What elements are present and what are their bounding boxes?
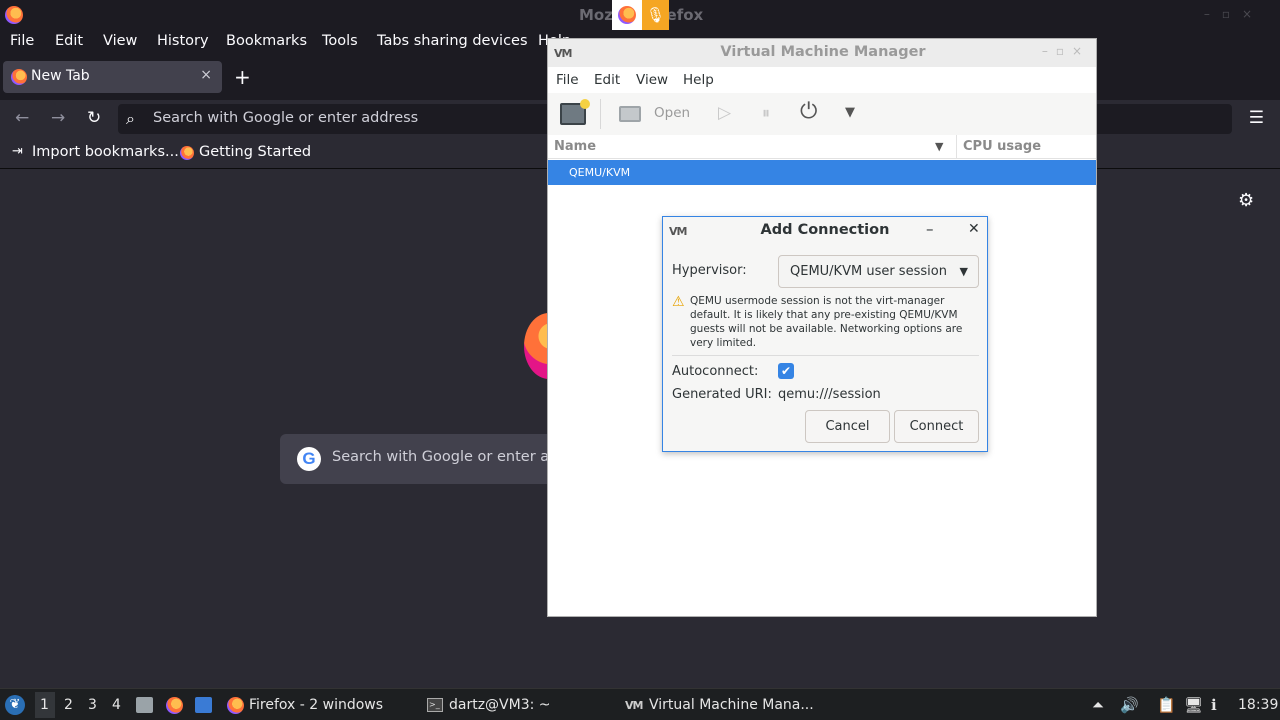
warning-icon: ⚠ (672, 294, 685, 310)
firefox-logo-icon (5, 6, 23, 24)
vm-list-header: Name ▼ CPU usage (548, 135, 1096, 159)
menu-file[interactable]: File (10, 33, 34, 49)
new-vm-icon[interactable] (560, 99, 590, 125)
google-icon: G (297, 447, 321, 471)
firefox-launcher-icon[interactable] (166, 697, 183, 714)
vmm-window-title: Virtual Machine Manager (720, 44, 926, 60)
hypervisor-label: Hypervisor: (672, 263, 747, 278)
generated-uri-value: qemu:///session (778, 387, 881, 402)
autoconnect-label: Autoconnect: (672, 364, 759, 379)
taskbar: ❦ 1 2 3 4 Firefox - 2 windows >_ dartz@V… (0, 688, 1280, 720)
warning-text: QEMU usermode session is not the virt-ma… (690, 295, 963, 349)
back-icon[interactable]: ← (15, 108, 29, 128)
import-icon: ⇥ (12, 144, 23, 159)
sort-chevron-down-icon[interactable]: ▼ (935, 140, 943, 153)
sharing-indicator[interactable]: 🎙 (612, 0, 669, 30)
firefox-task-icon (227, 697, 244, 714)
notification-icon[interactable]: ℹ (1211, 696, 1217, 714)
bookmark-import[interactable]: Import bookmarks... (32, 144, 179, 160)
tray-up-icon[interactable]: ⏶ (1092, 696, 1104, 714)
menu-edit[interactable]: Edit (55, 33, 83, 49)
connect-button[interactable]: Connect (894, 410, 979, 443)
dialog-titlebar: VM Add Connection – ✕ (663, 217, 987, 245)
menu-bookmarks[interactable]: Bookmarks (226, 33, 307, 49)
reload-icon[interactable]: ↻ (87, 108, 101, 128)
vmm-menubar: File Edit View Help (548, 67, 1096, 93)
vmm-menu-file[interactable]: File (556, 72, 579, 88)
open-button[interactable]: Open (654, 105, 690, 121)
column-divider (956, 135, 957, 159)
minimize-icon[interactable]: – (926, 220, 934, 238)
task-terminal[interactable]: dartz@VM3: ~ (449, 697, 551, 713)
add-connection-dialog: VM Add Connection – ✕ Hypervisor: QEMU/K… (662, 216, 988, 452)
vmm-app-icon: VM (625, 699, 643, 712)
bookmark-getting-started[interactable]: Getting Started (199, 144, 311, 160)
task-vmm[interactable]: Virtual Machine Mana... (649, 697, 814, 713)
terminal-icon: >_ (427, 698, 443, 712)
column-cpu-usage[interactable]: CPU usage (963, 139, 1041, 154)
autoconnect-checkbox[interactable]: ✔ (778, 363, 794, 379)
menu-view[interactable]: View (103, 33, 137, 49)
generated-uri-label: Generated URI: (672, 387, 772, 402)
chevron-down-icon[interactable]: ▼ (845, 105, 855, 120)
vmm-menu-edit[interactable]: Edit (594, 72, 620, 88)
desktop-icon[interactable] (195, 697, 212, 713)
monitor-icon[interactable] (619, 106, 641, 122)
pause-icon[interactable]: ⏸ (762, 103, 770, 123)
file-manager-icon[interactable] (136, 697, 153, 713)
workspace-3[interactable]: 3 (88, 697, 97, 713)
vmm-menu-view[interactable]: View (636, 72, 668, 88)
close-icon[interactable]: ✕ (968, 221, 980, 237)
address-placeholder: Search with Google or enter address (153, 110, 419, 126)
workspace-2[interactable]: 2 (64, 697, 73, 713)
search-icon: ⌕ (126, 109, 135, 128)
volume-icon[interactable]: 🔊 (1120, 696, 1139, 714)
sharing-indicator-firefox[interactable] (612, 0, 642, 30)
menu-history[interactable]: History (157, 33, 209, 49)
workspace-1[interactable]: 1 (40, 697, 49, 713)
vmm-window-controls[interactable]: –▫× (1042, 44, 1090, 58)
clock: 18:39 (1238, 697, 1279, 713)
vmm-menu-help[interactable]: Help (683, 72, 714, 88)
dialog-title: Add Connection (760, 222, 890, 238)
vm-list-row[interactable]: QEMU/KVM (548, 160, 1096, 185)
chevron-down-icon: ▼ (959, 265, 968, 278)
menu-tools[interactable]: Tools (322, 33, 358, 49)
network-icon[interactable]: 🖥 (1184, 696, 1203, 714)
new-tab-button[interactable]: + (234, 65, 251, 89)
close-tab-icon[interactable]: × (200, 67, 212, 83)
vmm-toolbar: Open ▷ ⏸ ⏻ ▼ (548, 93, 1096, 135)
play-icon[interactable]: ▷ (718, 103, 731, 123)
firefox-favicon-icon (11, 69, 27, 85)
dialog-separator (672, 355, 979, 356)
menu-tabs-sharing-devices[interactable]: Tabs sharing devices (377, 33, 528, 49)
firefox-titlebar: Mozilla Firefox 🎙 –▫× (0, 0, 1280, 30)
hamburger-menu-icon[interactable]: ☰ (1249, 108, 1264, 128)
gear-icon[interactable]: ⚙ (1238, 190, 1254, 211)
tab-label: New Tab (31, 68, 90, 84)
cancel-button[interactable]: Cancel (805, 410, 890, 443)
hypervisor-value: QEMU/KVM user session (790, 264, 947, 279)
hypervisor-select[interactable]: QEMU/KVM user session ▼ (778, 255, 979, 288)
toolbar-separator (600, 99, 601, 129)
vmm-titlebar: VM Virtual Machine Manager –▫× (548, 39, 1096, 67)
tab-new-tab[interactable]: New Tab × (3, 61, 222, 93)
microphone-icon[interactable]: 🎙 (642, 0, 669, 30)
clipboard-icon[interactable]: 📋 (1157, 696, 1176, 714)
connection-name: QEMU/KVM (569, 166, 631, 179)
firefox-icon (618, 6, 636, 24)
firefox-window-controls[interactable]: –▫× (1204, 7, 1264, 21)
vmm-app-icon: VM (554, 47, 572, 60)
task-firefox[interactable]: Firefox - 2 windows (249, 697, 383, 713)
start-menu-icon[interactable]: ❦ (5, 695, 25, 715)
column-name[interactable]: Name (554, 139, 596, 154)
power-icon[interactable]: ⏻ (800, 99, 817, 124)
workspace-4[interactable]: 4 (112, 697, 121, 713)
forward-icon[interactable]: → (51, 108, 65, 128)
firefox-icon (180, 146, 194, 160)
